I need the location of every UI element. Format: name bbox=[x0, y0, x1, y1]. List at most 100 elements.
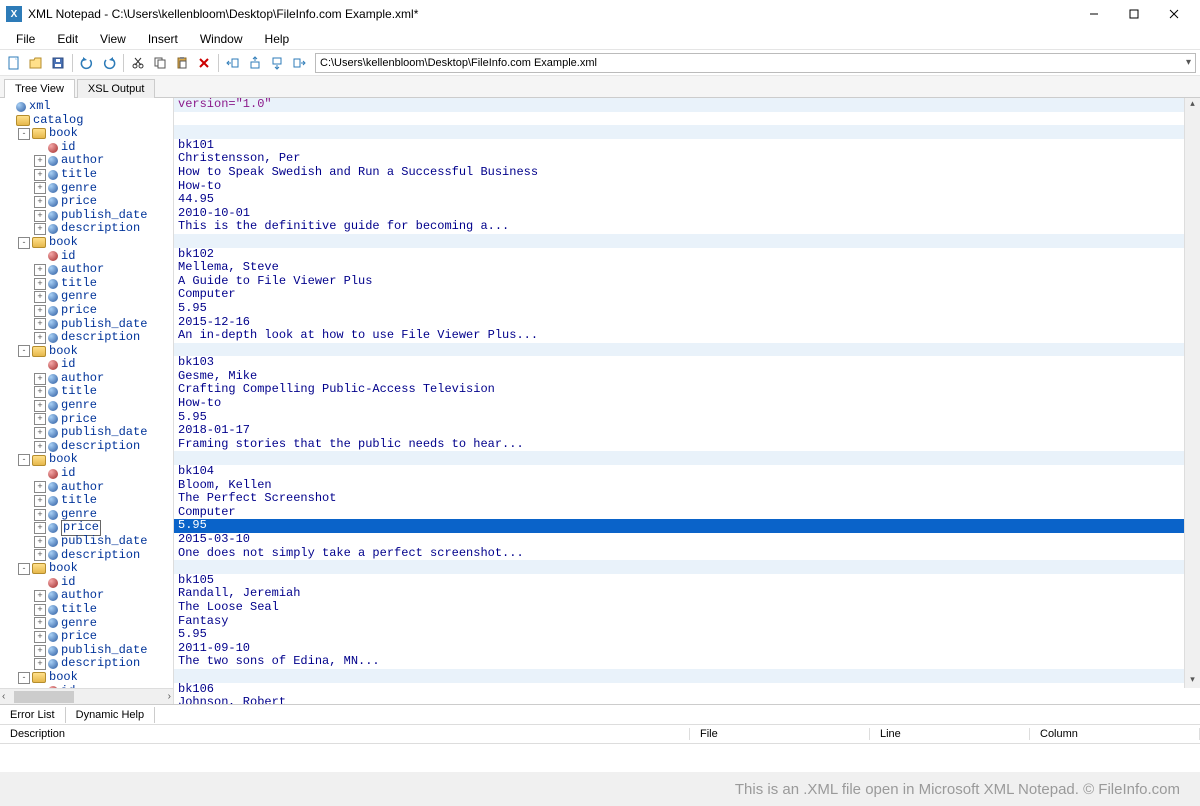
value-row[interactable] bbox=[174, 234, 1200, 248]
menu-window[interactable]: Window bbox=[190, 30, 253, 48]
tree-node-price[interactable]: +price bbox=[0, 195, 173, 209]
tree-node-genre[interactable]: +genre bbox=[0, 290, 173, 304]
value-row[interactable]: 2011-09-10 bbox=[174, 642, 1200, 656]
col-description[interactable]: Description bbox=[0, 728, 690, 740]
tab-xsl-output[interactable]: XSL Output bbox=[77, 79, 155, 98]
tree-node-id[interactable]: id bbox=[0, 467, 173, 481]
value-row[interactable]: Framing stories that the public needs to… bbox=[174, 438, 1200, 452]
menu-edit[interactable]: Edit bbox=[47, 30, 88, 48]
value-row[interactable]: Crafting Compelling Public-Access Televi… bbox=[174, 383, 1200, 397]
tree-node-author[interactable]: +author bbox=[0, 372, 173, 386]
tree-node-id[interactable]: id bbox=[0, 141, 173, 155]
value-row[interactable]: Computer bbox=[174, 506, 1200, 520]
value-row[interactable] bbox=[174, 112, 1200, 126]
nudge-right-icon[interactable] bbox=[289, 53, 309, 73]
tree-node-price[interactable]: +price bbox=[0, 304, 173, 318]
tree-node-publish_date[interactable]: +publish_date bbox=[0, 426, 173, 440]
value-row[interactable]: How-to bbox=[174, 180, 1200, 194]
tree-node-book[interactable]: -book bbox=[0, 345, 173, 359]
tree-node-id[interactable]: id bbox=[0, 358, 173, 372]
tree-node-id[interactable]: id bbox=[0, 576, 173, 590]
tree-node-price[interactable]: +price bbox=[0, 521, 173, 535]
value-row[interactable]: version="1.0" bbox=[174, 98, 1200, 112]
value-row[interactable]: 2015-12-16 bbox=[174, 316, 1200, 330]
value-row[interactable]: Mellema, Steve bbox=[174, 261, 1200, 275]
tree-node-author[interactable]: +author bbox=[0, 154, 173, 168]
menu-help[interactable]: Help bbox=[255, 30, 300, 48]
value-row[interactable] bbox=[174, 125, 1200, 139]
value-row[interactable]: bk101 bbox=[174, 139, 1200, 153]
tree-node-genre[interactable]: +genre bbox=[0, 399, 173, 413]
tree-node-author[interactable]: +author bbox=[0, 481, 173, 495]
value-row[interactable]: bk103 bbox=[174, 356, 1200, 370]
tree-node-publish_date[interactable]: +publish_date bbox=[0, 644, 173, 658]
value-row[interactable]: 2010-10-01 bbox=[174, 207, 1200, 221]
tab-tree-view[interactable]: Tree View bbox=[4, 79, 75, 98]
value-row[interactable]: bk106 bbox=[174, 683, 1200, 697]
value-row[interactable]: 5.95 bbox=[174, 628, 1200, 642]
value-row[interactable]: Christensson, Per bbox=[174, 152, 1200, 166]
value-vertical-scrollbar[interactable]: ▴▾ bbox=[1184, 98, 1200, 688]
value-row[interactable] bbox=[174, 560, 1200, 574]
value-row[interactable]: How to Speak Swedish and Run a Successfu… bbox=[174, 166, 1200, 180]
value-row[interactable]: 2015-03-10 bbox=[174, 533, 1200, 547]
cut-icon[interactable] bbox=[128, 53, 148, 73]
value-pane[interactable]: version="1.0" bk101Christensson, PerHow t… bbox=[174, 98, 1200, 704]
tree-node-genre[interactable]: +genre bbox=[0, 182, 173, 196]
tree-node-author[interactable]: +author bbox=[0, 263, 173, 277]
open-file-icon[interactable] bbox=[26, 53, 46, 73]
tree-node-genre[interactable]: +genre bbox=[0, 617, 173, 631]
tree-node-description[interactable]: +description bbox=[0, 331, 173, 345]
nudge-left-icon[interactable] bbox=[223, 53, 243, 73]
value-row[interactable]: Gesme, Mike bbox=[174, 370, 1200, 384]
nudge-down-icon[interactable] bbox=[267, 53, 287, 73]
tree-horizontal-scrollbar[interactable]: ‹› bbox=[0, 688, 173, 704]
value-row[interactable] bbox=[174, 343, 1200, 357]
tree-node-author[interactable]: +author bbox=[0, 589, 173, 603]
value-row[interactable]: Johnson, Robert bbox=[174, 696, 1200, 704]
value-row[interactable]: Computer bbox=[174, 288, 1200, 302]
col-file[interactable]: File bbox=[690, 728, 870, 740]
maximize-button[interactable] bbox=[1114, 2, 1154, 26]
tree-pane[interactable]: xmlcatalog-bookid+author+title+genre+pri… bbox=[0, 98, 174, 704]
paste-icon[interactable] bbox=[172, 53, 192, 73]
value-row[interactable] bbox=[174, 669, 1200, 683]
save-icon[interactable] bbox=[48, 53, 68, 73]
tab-error-list[interactable]: Error List bbox=[0, 707, 66, 723]
redo-icon[interactable] bbox=[99, 53, 119, 73]
value-row[interactable]: The Loose Seal bbox=[174, 601, 1200, 615]
minimize-button[interactable] bbox=[1074, 2, 1114, 26]
tree-node-xml[interactable]: xml bbox=[0, 100, 173, 114]
chevron-down-icon[interactable]: ▾ bbox=[1186, 57, 1191, 68]
value-row[interactable]: Fantasy bbox=[174, 615, 1200, 629]
delete-icon[interactable] bbox=[194, 53, 214, 73]
tree-node-title[interactable]: +title bbox=[0, 494, 173, 508]
tree-node-publish_date[interactable]: +publish_date bbox=[0, 209, 173, 223]
value-row[interactable]: This is the definitive guide for becomin… bbox=[174, 220, 1200, 234]
tree-node-price[interactable]: +price bbox=[0, 630, 173, 644]
tree-node-title[interactable]: +title bbox=[0, 277, 173, 291]
col-column[interactable]: Column bbox=[1030, 728, 1200, 740]
tree-node-price[interactable]: +price bbox=[0, 413, 173, 427]
value-row[interactable]: 44.95 bbox=[174, 193, 1200, 207]
value-row[interactable]: 5.95 bbox=[174, 519, 1200, 533]
tree-node-book[interactable]: -book bbox=[0, 127, 173, 141]
tree-node-book[interactable]: -book bbox=[0, 453, 173, 467]
value-row[interactable]: 2018-01-17 bbox=[174, 424, 1200, 438]
value-row[interactable]: bk104 bbox=[174, 465, 1200, 479]
tree-node-id[interactable]: id bbox=[0, 250, 173, 264]
value-row[interactable]: Randall, Jeremiah bbox=[174, 587, 1200, 601]
value-row[interactable]: A Guide to File Viewer Plus bbox=[174, 275, 1200, 289]
value-row[interactable]: 5.95 bbox=[174, 411, 1200, 425]
menu-insert[interactable]: Insert bbox=[138, 30, 188, 48]
nudge-up-icon[interactable] bbox=[245, 53, 265, 73]
value-row[interactable]: An in-depth look at how to use File View… bbox=[174, 329, 1200, 343]
value-row[interactable]: The two sons of Edina, MN... bbox=[174, 655, 1200, 669]
value-row[interactable]: bk105 bbox=[174, 574, 1200, 588]
tree-node-publish_date[interactable]: +publish_date bbox=[0, 318, 173, 332]
value-row[interactable]: How-to bbox=[174, 397, 1200, 411]
value-row[interactable] bbox=[174, 451, 1200, 465]
tree-node-description[interactable]: +description bbox=[0, 222, 173, 236]
tree-node-book[interactable]: -book bbox=[0, 236, 173, 250]
undo-icon[interactable] bbox=[77, 53, 97, 73]
